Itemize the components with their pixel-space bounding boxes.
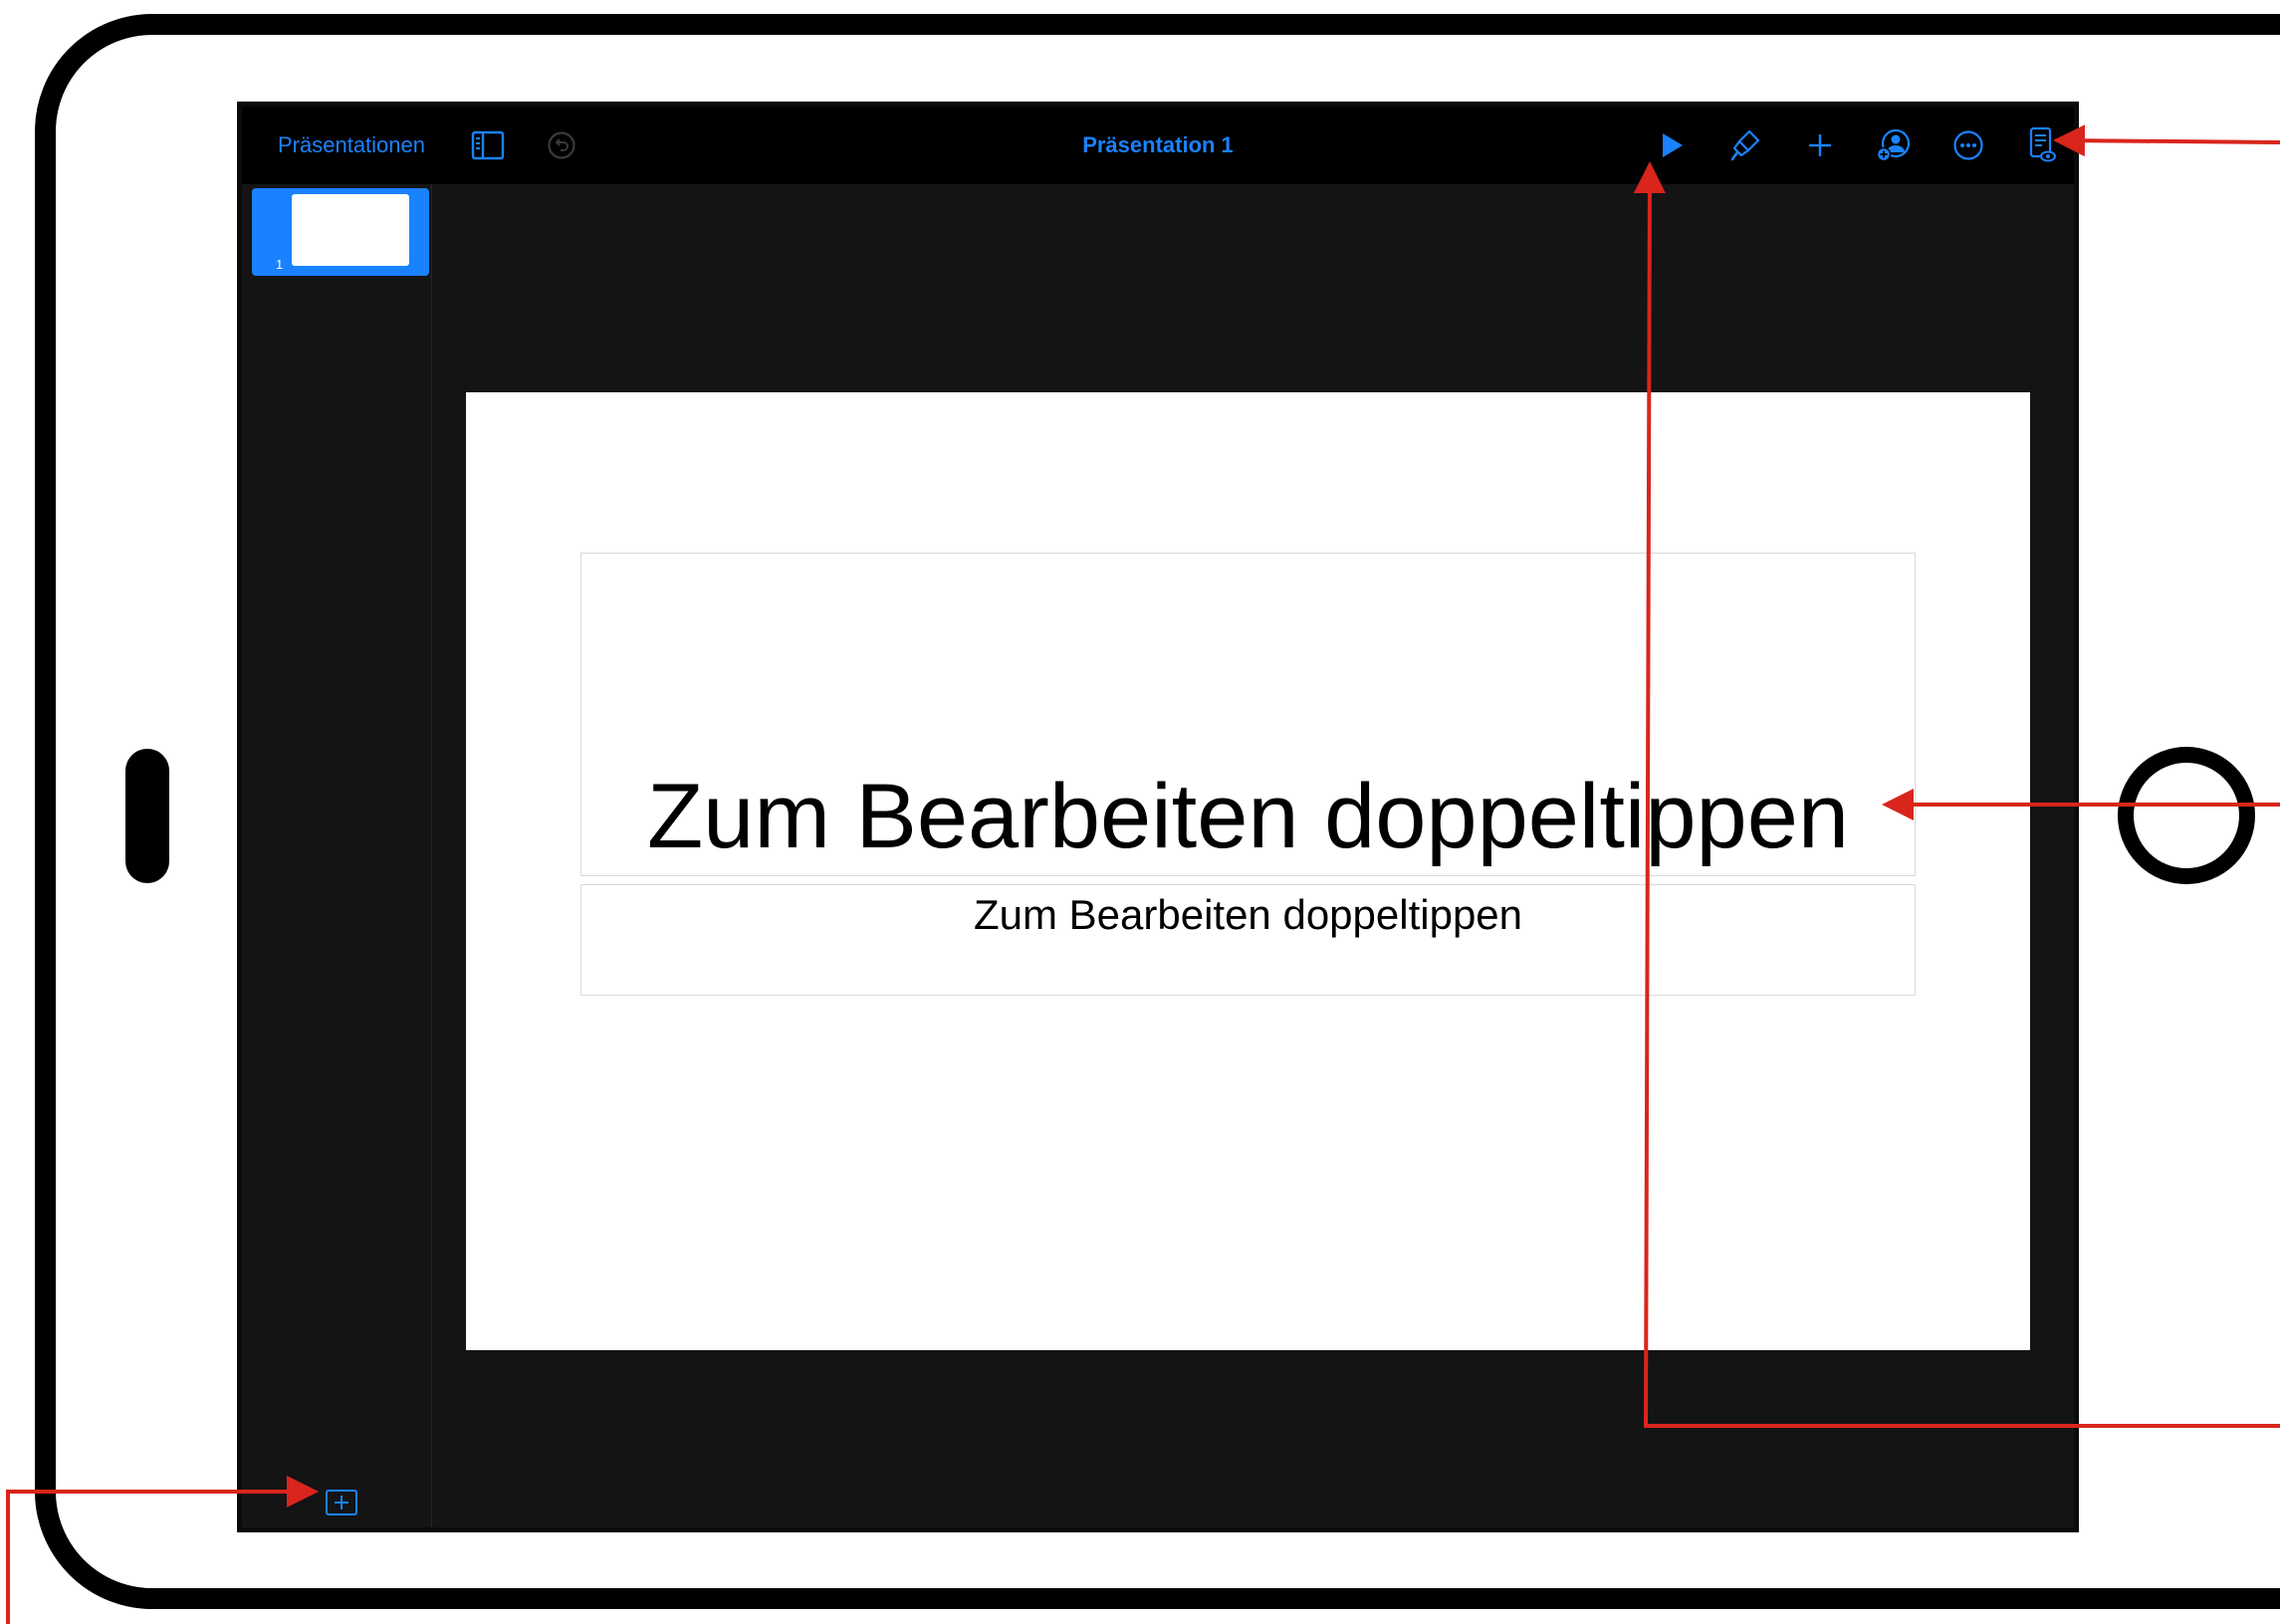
- document-title: Präsentation 1: [1082, 132, 1234, 157]
- undo-icon[interactable]: [543, 126, 580, 164]
- presentations-back-link[interactable]: Präsentationen: [278, 107, 425, 184]
- ipad-home-button: [2118, 747, 2255, 884]
- sidebar-toggle-icon[interactable]: [469, 126, 507, 164]
- keynote-screen: Präsentationen Präsentation 1 1 Zum Bear…: [237, 102, 2079, 1532]
- toolbar: Präsentationen Präsentation 1: [242, 107, 2074, 184]
- slide-navigator: 1: [242, 184, 432, 1527]
- more-icon[interactable]: [1949, 126, 1987, 164]
- title-placeholder[interactable]: Zum Bearbeiten doppeltippen: [580, 553, 1916, 876]
- ipad-side-button: [125, 749, 169, 883]
- slide-canvas: Zum Bearbeiten doppeltippen Zum Bearbeit…: [466, 392, 2030, 1350]
- collaborate-icon[interactable]: [1875, 126, 1913, 164]
- plus-icon[interactable]: [1801, 126, 1839, 164]
- paintbrush-icon[interactable]: [1726, 126, 1764, 164]
- slide-thumbnail-preview: [292, 194, 409, 266]
- figure: Präsentationen Präsentation 1 1 Zum Bear…: [0, 0, 2280, 1624]
- slide-number: 1: [276, 257, 284, 272]
- play-icon[interactable]: [1653, 126, 1691, 164]
- subtitle-placeholder[interactable]: Zum Bearbeiten doppeltippen: [580, 884, 1916, 996]
- add-slide-icon[interactable]: [325, 1489, 358, 1516]
- title-placeholder-text: Zum Bearbeiten doppeltippen: [646, 766, 1850, 867]
- subtitle-placeholder-text: Zum Bearbeiten doppeltippen: [973, 891, 1523, 938]
- slide-thumbnail[interactable]: 1: [252, 188, 429, 276]
- presenter-notes-icon[interactable]: [2023, 126, 2061, 164]
